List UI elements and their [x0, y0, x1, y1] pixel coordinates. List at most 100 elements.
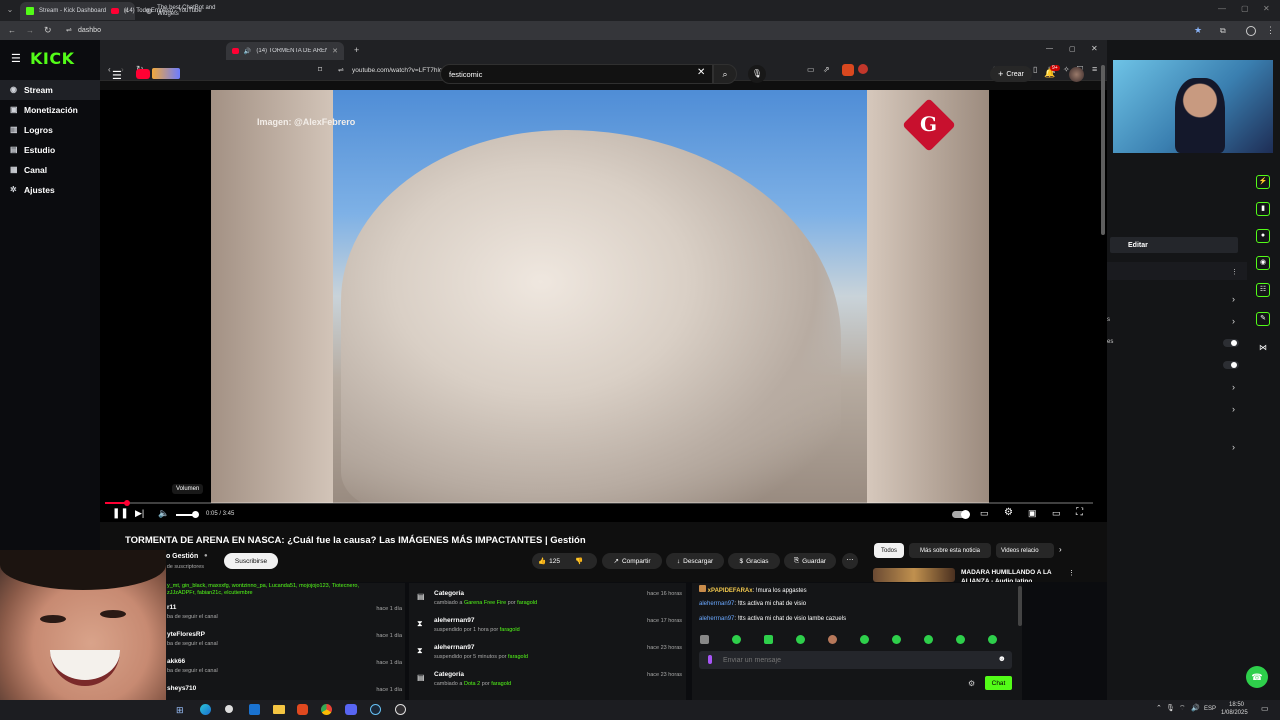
window-maximize-icon[interactable]: ▢ — [1069, 45, 1076, 53]
video-player[interactable]: Imagen: @AlexFebrero G Volumen ❚❚ ▶| 🔈 0… — [100, 90, 1107, 522]
brave-shield-icon[interactable] — [842, 64, 854, 76]
chat-send-button[interactable]: Chat — [985, 676, 1012, 690]
yt-search-box[interactable]: ✕ — [440, 64, 713, 84]
more-actions-button[interactable]: ⋯ — [842, 553, 858, 569]
chip-videos-relacionados[interactable]: Videos relacio — [996, 543, 1054, 558]
share-button[interactable]: ↗ Compartir — [602, 553, 662, 569]
sidebar-item-stream[interactable]: ◉ Stream — [0, 80, 100, 100]
yt-logo[interactable] — [136, 69, 150, 79]
fullscreen-icon[interactable]: ⛶ — [1076, 507, 1083, 518]
autoplay-toggle[interactable] — [952, 510, 970, 519]
chevron-right-icon[interactable]: › — [1232, 316, 1235, 326]
chevron-right-icon[interactable]: › — [1232, 442, 1235, 452]
app-icon[interactable] — [225, 705, 233, 713]
rail-button-radio[interactable]: ◉ — [1256, 256, 1270, 270]
site-info-icon[interactable]: ⇌ — [66, 26, 72, 34]
start-icon[interactable]: ⊞ — [176, 705, 184, 716]
reading-icon[interactable]: ▯ — [1033, 65, 1037, 74]
emote-icon[interactable] — [988, 635, 997, 644]
rail-button-chat[interactable]: ● — [1256, 229, 1270, 243]
chat-input[interactable]: ☻ — [699, 651, 1012, 669]
tab-search-button[interactable]: ⌄ — [4, 5, 16, 17]
volume-tray-icon[interactable]: 🔊 — [1191, 704, 1200, 712]
cast-icon[interactable]: ▭ — [807, 65, 815, 74]
site-info-icon[interactable]: ⇌ — [338, 66, 344, 74]
forward-icon[interactable]: → — [26, 26, 34, 35]
download-button[interactable]: ↓ Descargar — [666, 553, 724, 569]
toggle-switch[interactable] — [1223, 361, 1239, 369]
recommended-title-2[interactable]: ALIANZA - Audio latino — [961, 578, 1032, 582]
subtitles-icon[interactable]: ▭ — [980, 508, 989, 519]
chevron-right-icon[interactable]: › — [1232, 294, 1235, 304]
sidebar-item-logros[interactable]: ▥ Logros — [0, 120, 100, 140]
tab-chatbot[interactable]: ◍ The best ChatBot and Widgets — [140, 2, 242, 20]
chat-scrollbar[interactable] — [1018, 586, 1022, 626]
yt-menu-icon[interactable]: ☰ — [112, 69, 122, 82]
emote-icon[interactable] — [828, 635, 837, 644]
emote-icon[interactable] — [732, 635, 741, 644]
progress-bar[interactable] — [105, 500, 1093, 506]
rail-button-wrench[interactable]: ✎ — [1256, 312, 1270, 326]
kick-logo[interactable]: KICK — [30, 49, 75, 68]
subscribe-button[interactable]: Suscribirse — [224, 553, 278, 569]
save-button[interactable]: ⎘ Guardar — [784, 553, 836, 569]
progress-scrubber[interactable] — [123, 500, 130, 506]
panel-kebab-icon[interactable]: ⋮ — [1231, 268, 1238, 276]
chat-username[interactable]: aleherrnan97 — [699, 616, 734, 622]
volume-icon[interactable]: 🔈 — [158, 508, 169, 519]
window-maximize-icon[interactable]: ▢ — [1241, 4, 1249, 13]
chip-mas-noticia[interactable]: Más sobre esta noticia — [909, 543, 991, 558]
window-minimize-icon[interactable]: — — [1218, 4, 1226, 13]
channel-name[interactable]: io Gestión — [164, 553, 198, 560]
follower-name[interactable]: yteFloresRP — [167, 631, 205, 638]
yt-search-button[interactable]: ⌕ — [713, 64, 737, 84]
chat-message-field[interactable] — [723, 654, 983, 666]
pause-button[interactable]: ❚❚ — [112, 508, 129, 519]
volume-slider[interactable] — [176, 511, 199, 518]
emote-icon[interactable] — [956, 635, 965, 644]
chat-settings-icon[interactable]: ⚙ — [968, 679, 975, 688]
brave-icon[interactable] — [297, 704, 308, 715]
avatar[interactable] — [1069, 67, 1084, 82]
window-minimize-icon[interactable]: — — [1046, 45, 1053, 52]
outer-url[interactable]: dashbo — [78, 27, 101, 34]
emote-icon[interactable] — [700, 635, 709, 644]
back-icon[interactable]: ← — [8, 26, 16, 35]
close-icon[interactable]: ✕ — [332, 47, 338, 55]
wifi-icon[interactable]: ⌔ — [1179, 704, 1186, 713]
obs-icon[interactable] — [395, 704, 406, 715]
emote-icon[interactable] — [924, 635, 933, 644]
sidebar-item-ajustes[interactable]: ✲ Ajustes — [0, 180, 100, 200]
chat-username[interactable]: xPAPIDEFARAx — [708, 588, 753, 594]
follower-name[interactable]: sheys710 — [167, 685, 196, 692]
rail-button-alert[interactable]: ⚡ — [1256, 175, 1270, 189]
chrome-icon[interactable] — [321, 704, 332, 715]
window-close-icon[interactable]: ✕ — [1263, 4, 1270, 13]
window-close-icon[interactable]: ✕ — [1091, 44, 1098, 53]
tab-youtube-video[interactable]: 🔊 (14) TORMENTA DE ARENA E ✕ — [226, 42, 344, 60]
create-button[interactable]: + Crear — [990, 66, 1032, 82]
emote-icon[interactable] — [892, 635, 901, 644]
support-button[interactable]: ☎ — [1246, 666, 1268, 688]
search-input[interactable] — [449, 68, 689, 80]
settings-icon[interactable]: ⚙ — [1004, 507, 1013, 518]
hamburger-icon[interactable]: ☰ — [11, 52, 21, 65]
rewards-icon[interactable] — [858, 64, 868, 74]
notification-icon[interactable]: ▭ — [1261, 704, 1269, 713]
menu-dots-icon[interactable]: ⋮ — [1266, 25, 1275, 36]
extensions-icon[interactable]: ⧉ — [1220, 26, 1226, 36]
emote-icon[interactable] — [764, 635, 773, 644]
chevron-right-icon[interactable]: › — [1232, 404, 1235, 414]
theater-icon[interactable]: ▭ — [1052, 508, 1061, 519]
editar-button[interactable]: Editar — [1110, 237, 1238, 253]
outlook-icon[interactable] — [249, 704, 260, 715]
discord-icon[interactable] — [345, 704, 357, 715]
sidebar-item-canal[interactable]: ▦ Canal — [0, 160, 100, 180]
new-tab-icon[interactable]: + — [354, 45, 359, 55]
profile-avatar[interactable] — [1246, 26, 1256, 36]
rail-button-doc[interactable]: ▮ — [1256, 202, 1270, 216]
clock-time[interactable]: 18:50 — [1229, 702, 1244, 708]
rail-button-share[interactable]: ⋈ — [1259, 343, 1267, 352]
notifications-button[interactable]: 🔔 9+ — [1044, 65, 1060, 79]
back-icon[interactable]: ‹ — [108, 65, 111, 74]
